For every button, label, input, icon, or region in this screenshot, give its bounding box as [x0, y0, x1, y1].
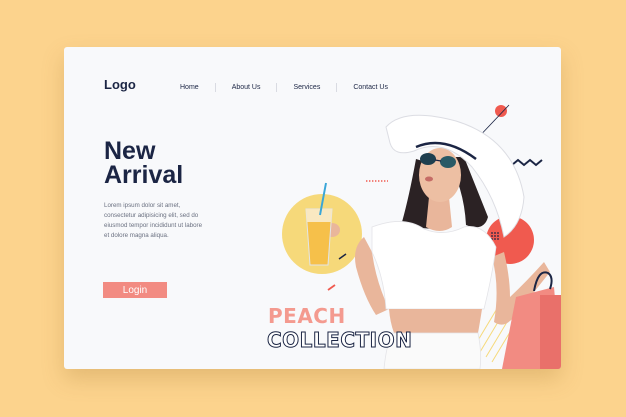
red-dash-decoration: [327, 284, 336, 291]
headline-line-2: Arrival: [104, 161, 184, 189]
landing-page-card: Logo Home About Us Services Contact Us N…: [64, 47, 561, 369]
hero-headline: New Arrival: [104, 137, 184, 189]
logo[interactable]: Logo: [104, 77, 136, 92]
nav-link-services[interactable]: Services: [277, 83, 338, 92]
login-button[interactable]: Login: [103, 282, 167, 298]
nav-link-home[interactable]: Home: [164, 83, 216, 92]
collection-title-line-1: PEACH: [268, 304, 346, 328]
headline-line-1: New: [104, 137, 156, 165]
nav-link-about-us[interactable]: About Us: [216, 83, 278, 92]
main-nav: Home About Us Services Contact Us: [164, 83, 404, 92]
red-dot-decoration: [495, 105, 507, 117]
dot-pattern-decoration: [491, 232, 499, 240]
hero-description: Lorem ipsum dolor sit amet, consectetur …: [104, 202, 203, 239]
nav-link-contact-us[interactable]: Contact Us: [337, 83, 404, 92]
collection-title-line-2: COLLECTION: [266, 328, 413, 353]
